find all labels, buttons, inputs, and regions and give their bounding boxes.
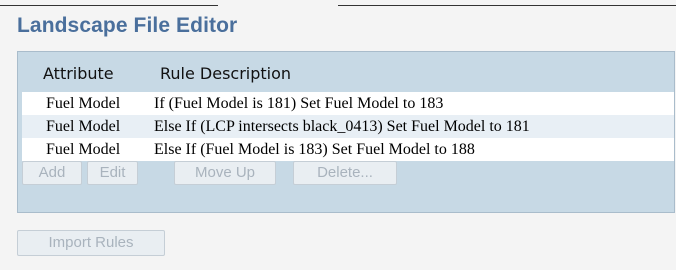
table-row[interactable]: Fuel Model Else If (LCP intersects black…	[22, 115, 674, 138]
cell-rule-description: Else If (Fuel Model is 183) Set Fuel Mod…	[154, 141, 475, 158]
import-rules-button[interactable]: Import Rules	[17, 230, 165, 256]
table-header: Attribute Rule Description	[22, 55, 674, 92]
add-button[interactable]: Add	[22, 161, 82, 185]
edit-button[interactable]: Edit	[87, 161, 138, 185]
rules-panel: Attribute Rule Description Fuel Model If…	[17, 51, 675, 213]
move-up-button[interactable]: Move Up	[174, 161, 276, 185]
column-header-attribute[interactable]: Attribute	[43, 64, 114, 83]
cell-rule-description: If (Fuel Model is 181) Set Fuel Model to…	[154, 95, 444, 112]
delete-button[interactable]: Delete...	[293, 161, 397, 185]
cell-attribute: Fuel Model	[46, 95, 121, 112]
page-title: Landscape File Editor	[17, 14, 238, 37]
header-rule-right	[338, 5, 676, 6]
cell-attribute: Fuel Model	[46, 141, 121, 158]
cell-rule-description: Else If (LCP intersects black_0413) Set …	[154, 118, 530, 135]
cell-attribute: Fuel Model	[46, 118, 121, 135]
header-rule-left	[0, 5, 218, 6]
table-row[interactable]: Fuel Model If (Fuel Model is 181) Set Fu…	[22, 92, 674, 115]
table-row[interactable]: Fuel Model Else If (Fuel Model is 183) S…	[22, 138, 674, 161]
column-header-rule-description[interactable]: Rule Description	[160, 64, 291, 83]
